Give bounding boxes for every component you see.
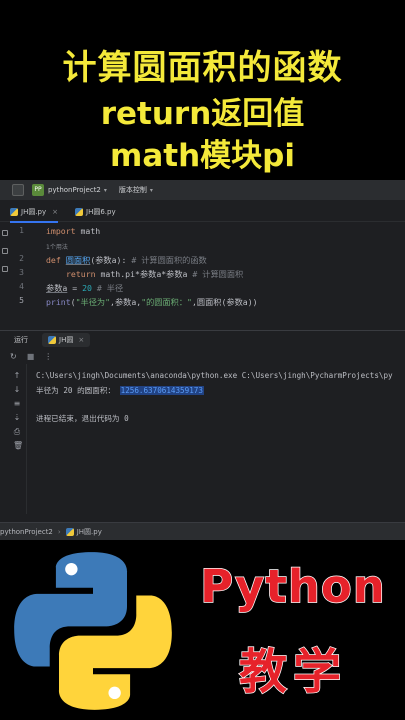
python-file-icon: [10, 208, 18, 216]
vcs-menu[interactable]: 版本控制: [119, 185, 147, 195]
more-tools-icon[interactable]: [2, 266, 8, 272]
line-number: 5: [19, 296, 24, 305]
arrow-down-icon[interactable]: ↓: [13, 386, 21, 394]
tab-label: JH圆6.py: [86, 208, 116, 216]
line-number: 1: [19, 226, 24, 235]
rerun-icon[interactable]: ↻: [10, 352, 17, 361]
line-number: 2: [19, 254, 24, 263]
console-exit-line: 进程已结束，退出代码为 0: [36, 414, 129, 423]
code-line-5: print("半径为",参数a,"的圆面积：",圆面积(参数a)): [46, 297, 258, 307]
python-file-icon: [75, 208, 83, 216]
result-value: 1256.6370614359173: [119, 386, 204, 395]
chevron-down-icon: ▾: [103, 186, 107, 194]
banner-title-line1: 计算圆面积的函数: [62, 48, 343, 88]
code-editor[interactable]: import math 1个用法 def 圆面积(参数a): # 计算圆面积的函…: [46, 222, 405, 332]
banner-title-line3: math模块pi: [110, 138, 295, 174]
run-panel-header: 运行 JH圆 ×: [0, 331, 405, 348]
more-options-icon[interactable]: ⋮: [44, 352, 52, 361]
usages-hint[interactable]: 1个用法: [46, 242, 68, 251]
tab-label: JH圆.py: [21, 208, 47, 216]
editor-tabs: JH圆.py × JH圆6.py: [0, 200, 405, 223]
promo-area: Python 教学: [0, 540, 405, 720]
stop-icon[interactable]: ■: [27, 352, 35, 361]
python-logo-icon: [14, 552, 172, 710]
print-icon[interactable]: ⎙: [13, 428, 21, 436]
console-divider: [26, 364, 27, 514]
console-command-line: C:\Users\jingh\Documents\anaconda\python…: [36, 371, 393, 380]
ide-logo-icon[interactable]: [12, 184, 24, 196]
promo-subtitle: 教学: [238, 643, 347, 701]
run-tab-label: JH圆: [59, 335, 74, 344]
python-file-icon: [48, 335, 56, 344]
status-bar: pythonProject2 › JH圆.py: [0, 522, 405, 540]
promo-title: Python: [199, 559, 386, 614]
console-output[interactable]: C:\Users\jingh\Documents\anaconda\python…: [36, 371, 405, 423]
run-config-tab[interactable]: JH圆 ×: [42, 332, 91, 347]
title-banner: 计算圆面积的函数 return返回值 math模块pi: [0, 0, 405, 180]
code-line-2: def 圆面积(参数a): # 计算圆面积的函数: [46, 255, 207, 265]
project-tool-icon[interactable]: [2, 230, 8, 236]
line-number-gutter: 1 2 3 4 5: [10, 222, 38, 332]
ide-window: PP pythonProject2 ▾ 版本控制 ▾ JH圆.py × JH圆6…: [0, 180, 405, 540]
line-number: 4: [19, 282, 24, 291]
code-line-1: import math: [46, 226, 101, 236]
close-icon[interactable]: ×: [52, 208, 58, 216]
console-result-line: 半径为 20 的圆面积： 1256.6370614359173: [36, 386, 204, 395]
code-line-4: 参数a = 20 # 半径: [46, 283, 124, 293]
scroll-to-end-icon[interactable]: ⇣: [13, 414, 21, 422]
structure-tool-icon[interactable]: [2, 248, 8, 254]
run-toolbar: ↻ ■ ⋮: [0, 348, 405, 364]
project-selector[interactable]: pythonProject2: [48, 186, 101, 194]
code-line-3: return math.pi*参数a*参数a # 计算圆面积: [66, 269, 244, 279]
left-tool-strip: [0, 222, 10, 332]
breadcrumb-file[interactable]: JH圆.py: [77, 527, 102, 537]
run-panel-title: 运行: [14, 335, 28, 344]
chevron-right-icon: ›: [57, 527, 61, 536]
breadcrumb-project[interactable]: pythonProject2: [0, 528, 53, 536]
python-file-icon: [65, 527, 74, 536]
arrow-up-icon[interactable]: ↑: [13, 372, 21, 380]
chevron-down-icon: ▾: [149, 186, 153, 194]
trash-icon[interactable]: 🗑: [13, 442, 23, 450]
banner-title-line2: return返回值: [100, 96, 305, 132]
tab-jh-yuan[interactable]: JH圆.py ×: [10, 204, 59, 223]
close-icon[interactable]: ×: [78, 336, 84, 344]
soft-wrap-icon[interactable]: ≡: [13, 400, 21, 408]
console-side-toolbar: ↑ ↓ ≡ ⇣ ⎙ 🗑: [0, 364, 26, 524]
ide-titlebar: PP pythonProject2 ▾ 版本控制 ▾: [0, 180, 405, 200]
tab-jh-yuan6[interactable]: JH圆6.py: [75, 204, 116, 220]
project-badge-icon: PP: [32, 184, 44, 196]
line-number: 3: [19, 268, 24, 277]
